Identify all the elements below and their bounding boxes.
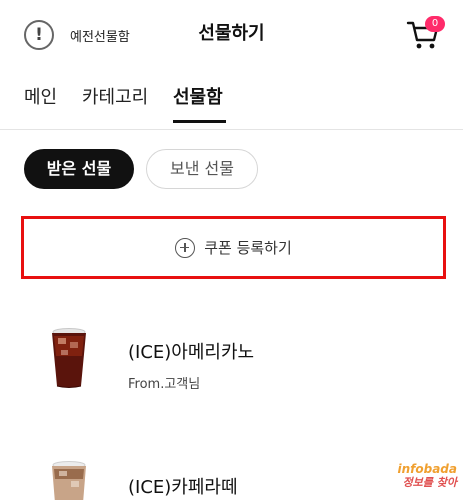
watermark-line-2: 정보를 찾아	[402, 476, 457, 489]
cart-button[interactable]: 0	[406, 14, 450, 54]
gift-item[interactable]: (ICE)카페라떼	[0, 455, 463, 500]
iced-americano-image	[52, 328, 86, 388]
watermark-line-1: infobada	[397, 462, 458, 476]
watermark: infobada 정보를 찾아	[398, 462, 458, 490]
gift-sender: From.고객님	[128, 377, 201, 392]
tab-giftbox[interactable]: 선물함	[173, 86, 223, 110]
register-coupon-label: 쿠폰 등록하기	[204, 239, 292, 257]
sent-gifts-button[interactable]: 보낸 선물	[146, 149, 258, 189]
page-title: 선물하기	[198, 23, 265, 44]
active-tab-indicator	[173, 120, 226, 123]
received-gifts-button[interactable]: 받은 선물	[24, 149, 134, 189]
plus-circle-icon	[175, 237, 196, 258]
gift-name: (ICE)아메리카노	[128, 342, 255, 363]
iced-latte-image	[52, 461, 86, 500]
main-tabs: 메인 카테고리 선물함	[0, 80, 463, 130]
tab-main[interactable]: 메인	[24, 86, 57, 110]
gift-name: (ICE)카페라떼	[128, 477, 238, 498]
register-coupon-button[interactable]: 쿠폰 등록하기	[21, 216, 446, 279]
tab-category[interactable]: 카테고리	[82, 86, 148, 110]
cart-count-badge: 0	[425, 16, 445, 32]
top-bar: ! 예전선물함 선물하기 0	[0, 0, 463, 70]
gift-item[interactable]: (ICE)아메리카노 From.고객님	[0, 320, 463, 400]
